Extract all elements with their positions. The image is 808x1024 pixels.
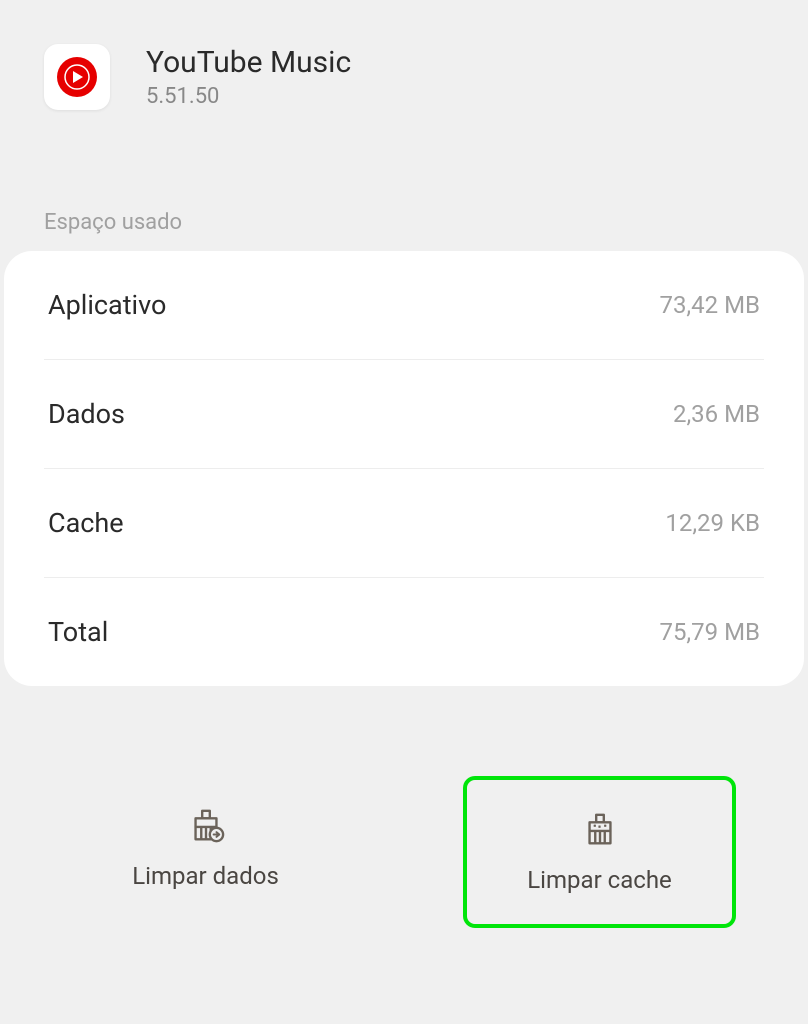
storage-value: 75,79 MB [659,618,760,646]
storage-row-total: Total 75,79 MB [44,578,764,686]
clear-cache-button[interactable]: Limpar cache [463,776,736,928]
brush-clear-data-icon [187,806,225,844]
section-title: Espaço usado [0,130,808,251]
storage-label: Cache [48,507,124,539]
clear-data-button[interactable]: Limpar dados [72,776,339,928]
storage-value: 73,42 MB [659,291,760,319]
app-info: YouTube Music 5.51.50 [146,45,351,109]
storage-card: Aplicativo 73,42 MB Dados 2,36 MB Cache … [4,251,804,686]
clear-data-label: Limpar dados [132,862,279,890]
app-version: 5.51.50 [146,84,351,109]
storage-row-cache: Cache 12,29 KB [44,469,764,578]
app-header: YouTube Music 5.51.50 [0,0,808,130]
storage-label: Dados [48,398,125,430]
clear-cache-label: Limpar cache [527,866,672,894]
youtube-music-icon [55,55,99,99]
storage-label: Aplicativo [48,289,166,321]
storage-row-data: Dados 2,36 MB [44,360,764,469]
storage-row-app: Aplicativo 73,42 MB [44,251,764,360]
storage-label: Total [48,616,108,648]
storage-value: 2,36 MB [673,400,760,428]
storage-value: 12,29 KB [665,509,760,537]
action-buttons: Limpar dados Limpar cache [0,686,808,968]
app-name: YouTube Music [146,45,351,80]
brush-clear-cache-icon [581,810,619,848]
app-icon [44,44,110,110]
